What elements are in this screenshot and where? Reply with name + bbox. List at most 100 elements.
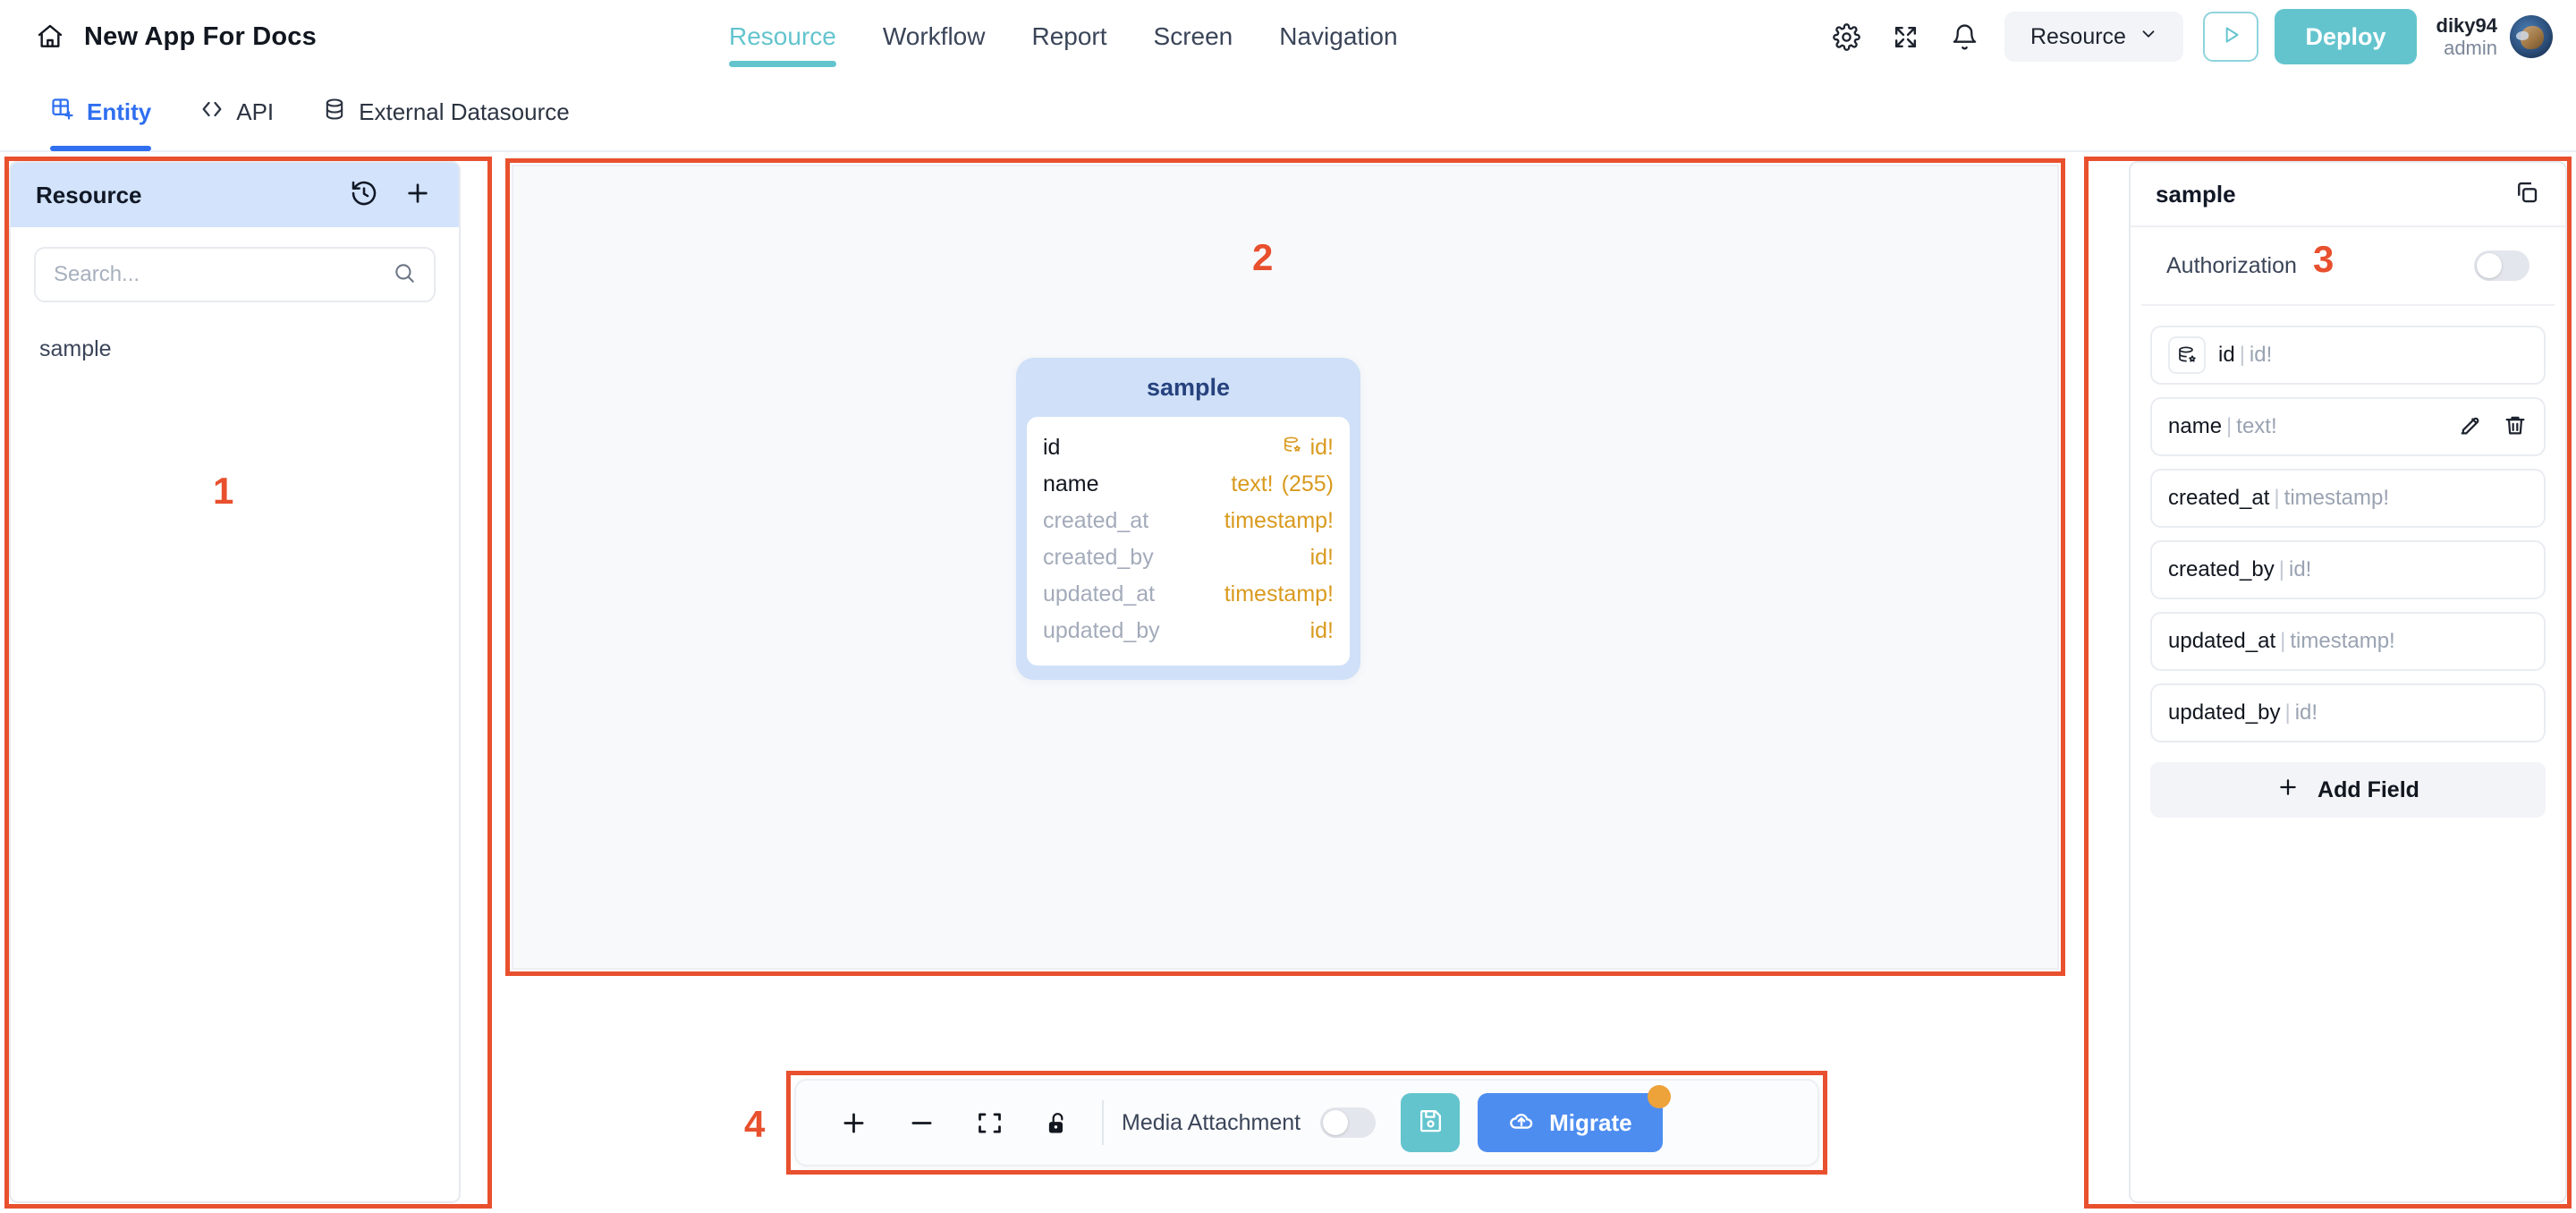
entity-field-row[interactable]: created_at timestamp! [1043, 503, 1334, 539]
search-field[interactable] [34, 247, 436, 302]
avatar[interactable] [2510, 15, 2553, 58]
resource-panel-title: Resource [36, 181, 142, 208]
top-header-bar: New App For Docs Resource Workflow Repor… [0, 0, 2576, 73]
copy-icon[interactable] [2513, 179, 2540, 210]
field-row-updated-by[interactable]: updated_by | id! [2150, 683, 2546, 742]
tab-api[interactable]: API [199, 72, 274, 151]
nav-item-screen[interactable]: Screen [1154, 0, 1233, 73]
workspace: Resource sample [0, 152, 2576, 1213]
chevron-down-icon [2139, 24, 2158, 50]
user-name: diky94 [2436, 13, 2498, 37]
tab-entity-label: Entity [87, 98, 152, 125]
nav-item-workflow[interactable]: Workflow [883, 0, 986, 73]
tab-entity[interactable]: Entity [50, 72, 152, 151]
field-type: timestamp! [2284, 486, 2390, 510]
migrate-status-badge [1647, 1085, 1671, 1108]
entity-field-row[interactable]: updated_by id! [1043, 613, 1334, 649]
field-name: id [2218, 343, 2235, 367]
media-attachment-toggle[interactable] [1320, 1107, 1377, 1138]
authorization-toggle[interactable] [2474, 250, 2529, 281]
entity-field-type: timestamp! [1224, 581, 1334, 606]
fit-screen-icon[interactable] [955, 1089, 1023, 1157]
plus-icon [2276, 776, 2300, 805]
field-row-text: name | text! [2168, 414, 2277, 438]
field-name: updated_by [2168, 700, 2281, 725]
field-row-tools [2458, 412, 2528, 442]
tab-external-datasource[interactable]: External Datasource [322, 72, 570, 151]
resource-select[interactable]: Resource [2004, 12, 2184, 62]
properties-panel-title: sample [2156, 180, 2236, 208]
primary-key-icon [1282, 435, 1302, 462]
entity-diagram-canvas[interactable]: sample id id! name text! (255) created_a… [512, 165, 2059, 970]
field-row-created-at[interactable]: created_at | timestamp! [2150, 469, 2546, 528]
resource-panel-actions [350, 179, 432, 212]
gear-icon[interactable] [1817, 7, 1876, 66]
entity-card-title: sample [1146, 373, 1231, 401]
deploy-button[interactable]: Deploy [2275, 9, 2417, 64]
save-button[interactable] [1401, 1093, 1461, 1152]
search-icon[interactable] [393, 261, 416, 289]
play-icon [2219, 23, 2242, 51]
nav-item-resource[interactable]: Resource [729, 0, 836, 73]
expand-icon[interactable] [1876, 7, 1935, 66]
properties-panel-header: sample [2131, 163, 2565, 227]
entity-card-fields: id id! name text! (255) created_at times… [1027, 417, 1350, 666]
bell-icon[interactable] [1935, 7, 1994, 66]
entity-field-name: id [1043, 435, 1061, 460]
entity-field-length: (255) [1281, 471, 1334, 496]
entity-field-type: id! [1309, 545, 1334, 570]
database-icon [322, 97, 347, 128]
entity-field-row[interactable]: id id! [1043, 429, 1334, 466]
field-type: id! [2249, 343, 2273, 367]
field-type: text! [2236, 414, 2277, 438]
migrate-button[interactable]: Migrate [1478, 1085, 1671, 1152]
media-attachment-control: Media Attachment [1122, 1107, 1377, 1138]
nav-item-navigation[interactable]: Navigation [1279, 0, 1397, 73]
field-row-text: created_at | timestamp! [2168, 486, 2390, 510]
entity-field-type-group: id! [1282, 435, 1334, 462]
user-menu[interactable]: diky94 admin [2436, 13, 2553, 60]
trash-icon[interactable] [2503, 412, 2528, 442]
field-row-name[interactable]: name | text! [2150, 397, 2546, 456]
field-row-created-by[interactable]: created_by | id! [2150, 540, 2546, 599]
media-attachment-label: Media Attachment [1122, 1109, 1301, 1135]
entity-field-row[interactable]: name text! (255) [1043, 466, 1334, 503]
zoom-out-minus-icon[interactable] [887, 1089, 955, 1157]
add-resource-plus-icon[interactable] [403, 179, 432, 212]
home-icon[interactable] [36, 22, 64, 51]
entity-field-name: created_by [1043, 545, 1154, 570]
migrate-label: Migrate [1549, 1108, 1632, 1136]
field-row-text: updated_by | id! [2168, 700, 2318, 725]
sub-tab-bar: Entity API External Datasource [0, 73, 2576, 152]
entity-properties-panel: sample Authorization id | id! name | tex… [2129, 161, 2567, 1203]
list-item[interactable]: sample [11, 326, 459, 372]
zoom-in-plus-icon[interactable] [819, 1089, 887, 1157]
search-input[interactable] [54, 262, 384, 287]
field-name: name [2168, 414, 2223, 438]
entity-card[interactable]: sample id id! name text! (255) created_a… [1016, 358, 1360, 680]
entity-field-row[interactable]: created_by id! [1043, 539, 1334, 576]
resource-search-wrap [11, 227, 459, 302]
entity-field-type-group: text! (255) [1231, 471, 1334, 497]
preview-run-button[interactable] [2203, 12, 2259, 62]
unlock-icon[interactable] [1023, 1089, 1091, 1157]
field-type: id! [2288, 557, 2312, 581]
entity-field-name: updated_by [1043, 618, 1160, 643]
entity-field-type: id! [1309, 618, 1334, 643]
primary-key-icon [2168, 336, 2206, 374]
resource-list: sample [11, 302, 459, 372]
authorization-row: Authorization [2141, 227, 2555, 306]
add-field-button[interactable]: Add Field [2150, 762, 2546, 818]
field-row-updated-at[interactable]: updated_at | timestamp! [2150, 612, 2546, 671]
resource-panel-header: Resource [11, 163, 459, 227]
brand-area: New App For Docs [36, 22, 317, 52]
entity-field-name: name [1043, 471, 1099, 496]
entity-field-row[interactable]: updated_at timestamp! [1043, 576, 1334, 613]
edit-icon[interactable] [2458, 412, 2483, 442]
history-icon[interactable] [350, 179, 378, 212]
main-nav: Resource Workflow Report Screen Navigati… [729, 0, 1398, 73]
cloud-upload-icon [1508, 1107, 1535, 1139]
field-name: updated_at [2168, 629, 2276, 653]
nav-item-report[interactable]: Report [1031, 0, 1106, 73]
field-row-id[interactable]: id | id! [2150, 326, 2546, 385]
